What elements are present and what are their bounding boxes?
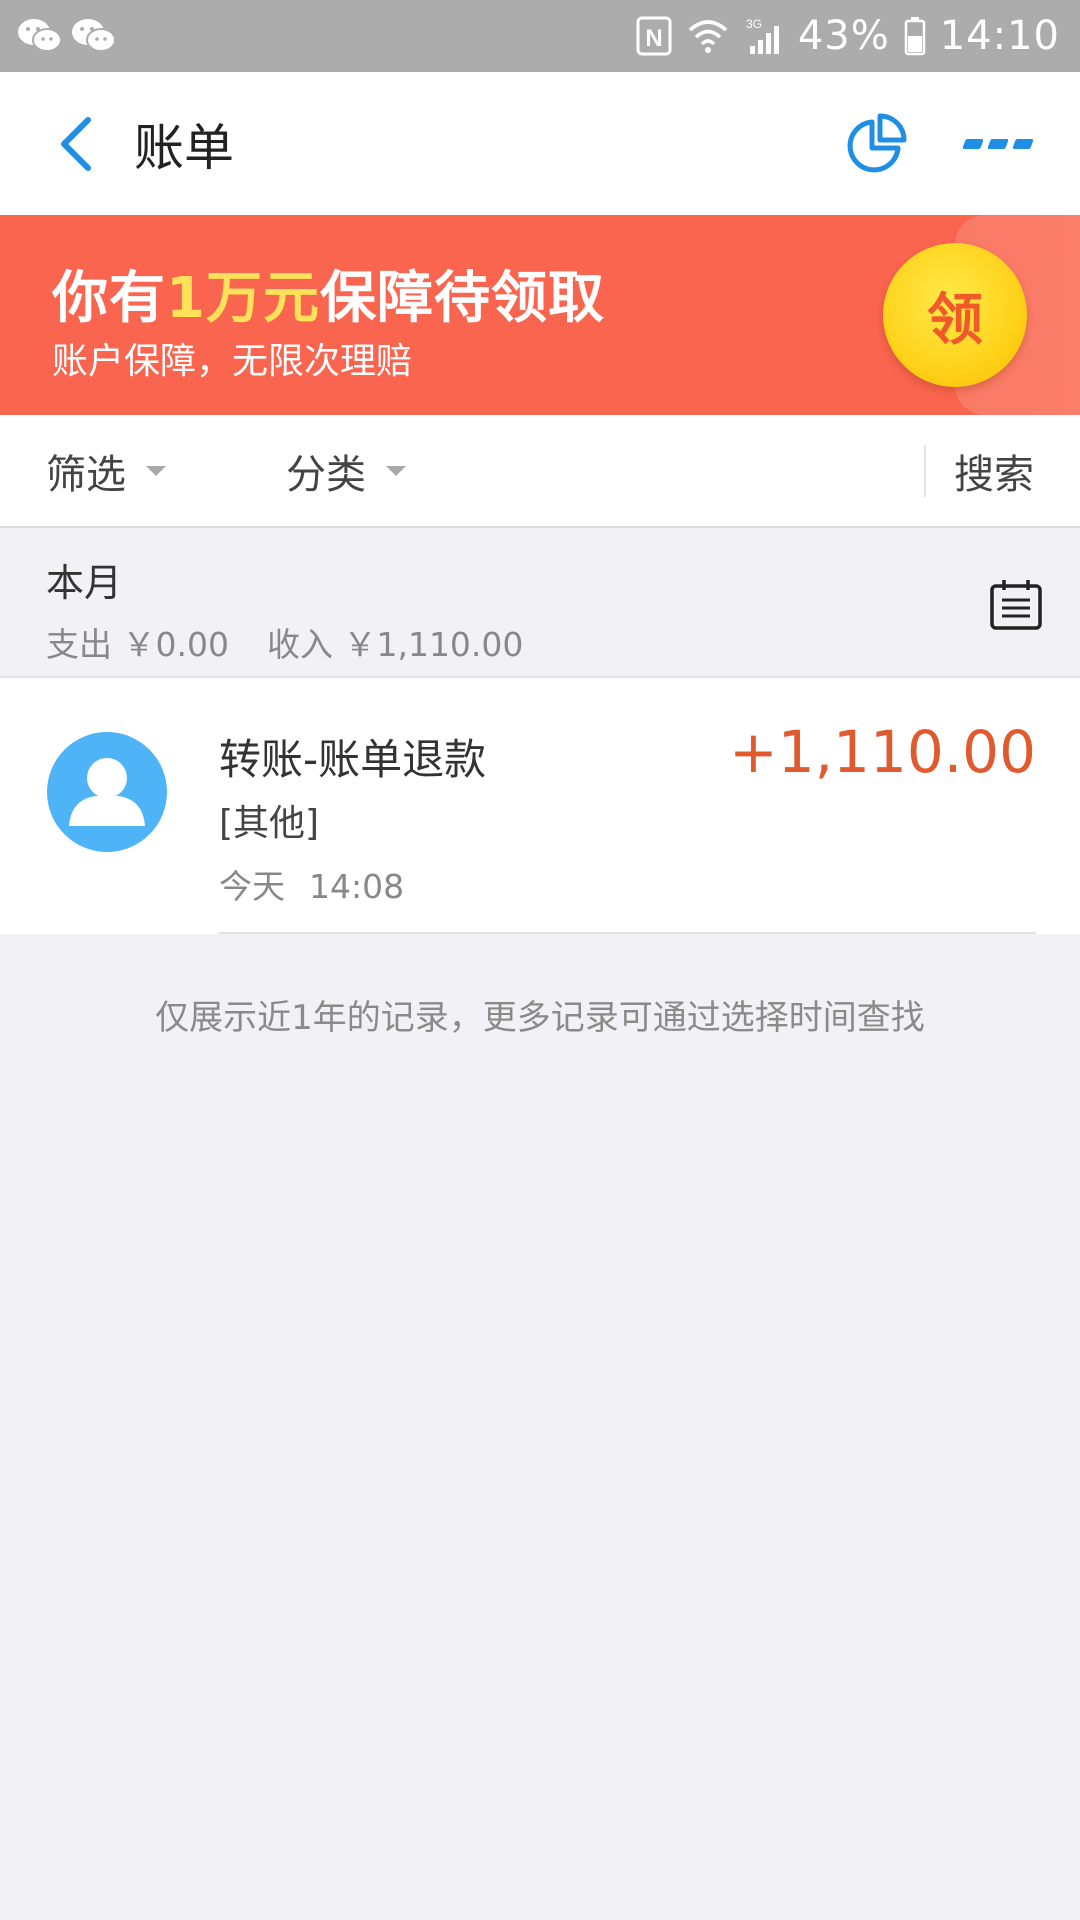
claim-coin-button[interactable]: 领 <box>883 243 1027 387</box>
nfc-icon: N <box>636 16 672 56</box>
svg-text:3G: 3G <box>746 17 762 31</box>
wifi-icon <box>686 16 730 56</box>
avatar <box>47 732 167 852</box>
insurance-banner[interactable]: 你有1万元保障待领取 账户保障，无限次理赔 领 <box>0 215 1080 415</box>
banner-subtitle: 账户保障，无限次理赔 <box>52 341 413 382</box>
dropdown-triangle-icon <box>146 465 166 476</box>
back-arrow-icon[interactable] <box>46 114 106 174</box>
signal-icon: 3G <box>744 16 784 56</box>
banner-title: 你有1万元保障待领取 <box>52 266 605 331</box>
claim-coin-label: 领 <box>927 287 983 353</box>
transaction-time: 今天 14:08 <box>219 867 405 906</box>
category-label: 分类 <box>286 451 366 498</box>
status-bar-left <box>16 16 124 56</box>
filter-bar: 筛选 分类 搜索 <box>0 415 1080 528</box>
category-dropdown[interactable]: 分类 <box>286 415 406 526</box>
month-title: 本月 <box>46 561 123 605</box>
page-title: 账单 <box>134 118 234 177</box>
app-header: 账单 <box>0 72 1080 215</box>
transaction-category: [其他] <box>219 803 320 844</box>
filter-dropdown[interactable]: 筛选 <box>46 415 166 526</box>
pie-chart-icon[interactable] <box>844 112 908 176</box>
transaction-title: 转账-账单退款 <box>219 735 487 784</box>
banner-highlight: 1万元 <box>166 266 320 331</box>
battery-percent: 43% <box>797 13 890 59</box>
row-divider <box>219 932 1036 934</box>
transaction-amount: +1,110.00 <box>729 718 1036 786</box>
month-summary: 本月 支出 ￥0.00 收入 ￥1,110.00 <box>0 528 1080 678</box>
dropdown-triangle-icon <box>386 465 406 476</box>
more-icon[interactable] <box>962 134 1034 154</box>
search-button[interactable]: 搜索 <box>954 415 1034 526</box>
filter-label: 筛选 <box>46 451 126 498</box>
transaction-row[interactable]: 转账-账单退款 +1,110.00 [其他] 今天 14:08 <box>0 678 1080 934</box>
user-icon <box>69 758 145 826</box>
month-income: 收入 ￥1,110.00 <box>266 625 524 664</box>
month-expense: 支出 ￥0.00 <box>46 625 229 664</box>
filter-divider <box>924 445 926 497</box>
calendar-icon[interactable] <box>988 576 1044 632</box>
clock: 14:10 <box>939 13 1060 59</box>
status-bar: N 3G 43% 14:10 <box>0 0 1080 72</box>
search-label: 搜索 <box>954 451 1034 498</box>
wechat-icon <box>70 16 118 56</box>
svg-text:N: N <box>645 25 662 52</box>
history-note: 仅展示近1年的记录，更多记录可通过选择时间查找 <box>155 998 925 1038</box>
battery-icon <box>904 16 926 56</box>
month-totals: 支出 ￥0.00 收入 ￥1,110.00 <box>46 618 561 666</box>
wechat-icon <box>16 16 64 56</box>
status-bar-right: N 3G 43% 14:10 <box>622 13 1060 59</box>
